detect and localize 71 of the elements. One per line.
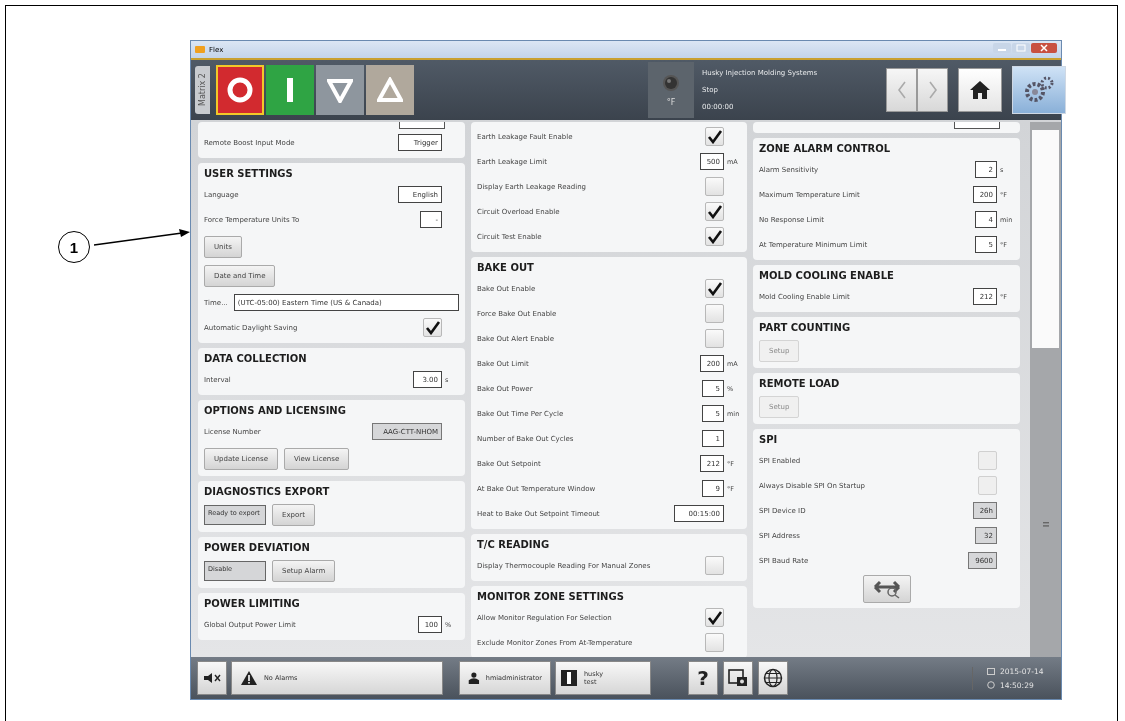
up-button[interactable] [366,65,414,115]
checkbox[interactable] [705,633,724,652]
up-triangle-icon [377,77,403,103]
down-triangle-icon [327,77,353,103]
indicator-light-icon [662,73,680,92]
scroll-thumb[interactable] [1032,130,1059,348]
arrows-magnifier-icon [871,579,902,599]
grip-icon [1042,522,1049,527]
section-title: OPTIONS AND LICENSING [204,404,347,418]
stop-icon [227,77,253,103]
section-title: USER SETTINGS [204,167,294,181]
chevron-right-icon [927,81,938,99]
checkbox[interactable] [705,608,724,627]
back-button[interactable] [886,68,917,112]
section-title: MOLD COOLING ENABLE [759,269,895,283]
checkbox[interactable] [705,556,724,575]
checkbox[interactable] [705,279,724,298]
checkmark-icon [706,281,723,296]
app-icon [195,46,205,53]
checkbox[interactable] [705,227,724,246]
section-title: MONITOR ZONE SETTINGS [477,590,625,604]
home-icon [969,80,991,100]
user-icon [468,670,480,686]
language-button[interactable] [758,661,788,695]
section-title: DATA COLLECTION [204,352,308,366]
globe-icon [763,668,783,688]
temperature-unit: °F [666,97,676,107]
section-title: ZONE ALARM CONTROL [759,142,892,156]
screen-camera-icon [728,669,748,687]
checkmark-icon [706,610,723,625]
input-field[interactable] [399,122,445,129]
clock-icon [987,681,995,689]
checkmark-icon [706,204,723,219]
section-title: T/C READING [477,538,551,552]
mute-button[interactable] [197,661,227,695]
matrix-tab[interactable]: Matrix 2 [195,66,210,114]
checkbox[interactable] [423,318,442,337]
checkbox[interactable] [705,177,724,196]
start-button[interactable] [266,65,314,115]
checkmark-icon [706,129,723,144]
checkmark-icon [706,229,723,244]
start-icon [287,78,293,102]
down-button[interactable] [316,65,364,115]
checkbox[interactable] [705,329,724,348]
checkmark-icon [424,320,441,335]
scrollbar[interactable] [1030,122,1061,657]
section-title: REMOTE LOAD [759,377,841,391]
checkbox[interactable] [705,127,724,146]
calendar-icon [987,667,995,675]
warning-icon [240,670,258,686]
section-title: SPI [759,433,779,447]
scan-button[interactable] [862,575,911,603]
section-title: POWER DEVIATION [204,541,311,555]
screen-button[interactable] [723,661,753,695]
settings-icon [1022,75,1056,105]
checkbox[interactable] [705,202,724,221]
machine-icon [560,669,578,687]
settings-button[interactable] [1012,66,1066,114]
stop-button[interactable] [216,65,264,115]
close-icon[interactable] [1031,42,1057,53]
forward-button[interactable] [917,68,948,112]
section-title: DIAGNOSTICS EXPORT [204,485,331,499]
help-button[interactable]: ? [688,661,718,695]
section-title: POWER LIMITING [204,597,301,611]
section-title: BAKE OUT [477,261,535,275]
chevron-left-icon [896,81,907,99]
home-button[interactable] [958,68,1002,112]
checkbox[interactable] [705,304,724,323]
input-field[interactable] [954,122,1000,129]
section-title: PART COUNTING [759,321,852,335]
speaker-muted-icon [203,672,221,684]
